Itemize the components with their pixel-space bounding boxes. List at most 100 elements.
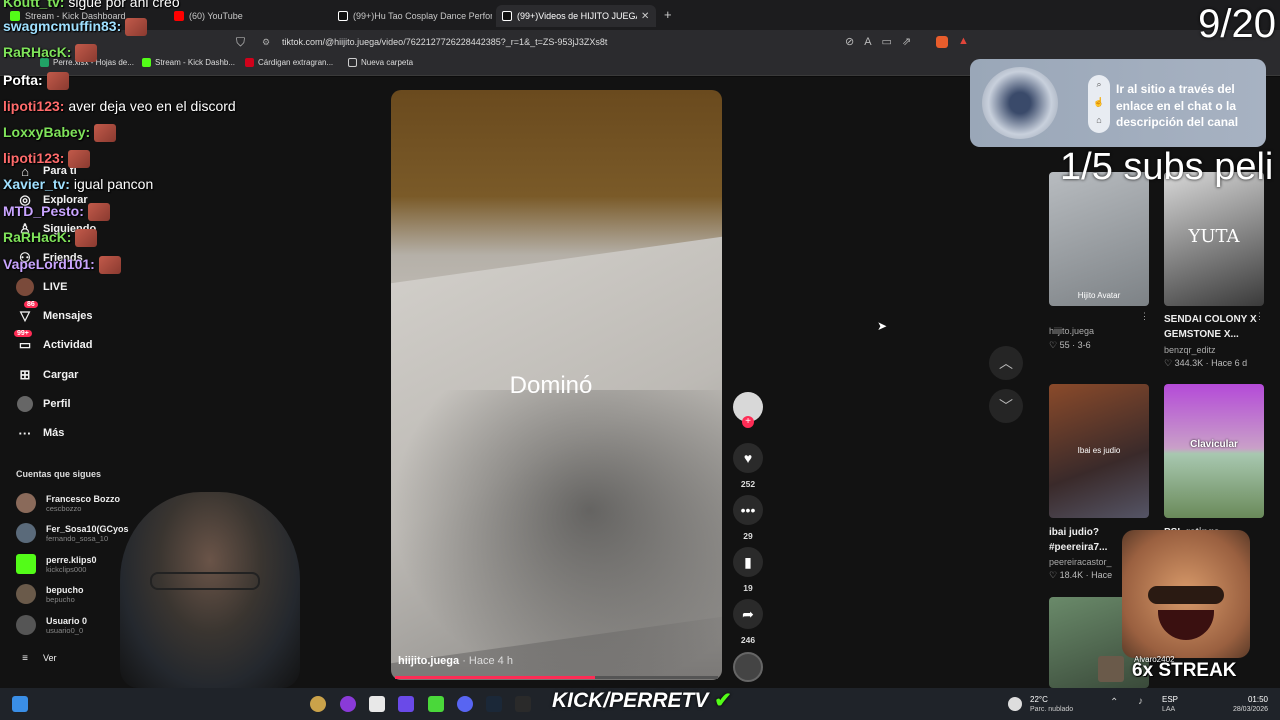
bookmark-cardigan[interactable]: Cárdigan extragran...: [245, 58, 333, 67]
chevron-up-icon: ︿: [999, 355, 1013, 371]
nav-live[interactable]: LIVE: [16, 278, 67, 296]
bookmark-kick-dashboard[interactable]: Stream - Kick Dashb...: [142, 58, 235, 67]
app-icon[interactable]: [428, 696, 444, 712]
lang-layout: LAA: [1162, 706, 1176, 713]
activity-icon: ▭ 99+: [14, 330, 34, 354]
url-actions[interactable]: ⊘A▭⇗: [845, 35, 921, 48]
profile-avatar: [17, 396, 33, 412]
chat-emote: [68, 150, 91, 169]
lang-indicator[interactable]: ESP: [1162, 695, 1178, 704]
app-icon[interactable]: [310, 696, 326, 712]
nav-mensajes[interactable]: ▽ 86 Mensajes: [16, 301, 93, 325]
tab-label: (99+)Hu Tao Cosplay Dance Perform: [353, 11, 492, 21]
ad-image: [982, 67, 1058, 139]
chat-emote: [98, 256, 121, 275]
brave-shield-icon[interactable]: [936, 36, 948, 48]
more-options-icon[interactable]: ⋮: [1140, 311, 1149, 322]
previous-video-button[interactable]: ︿: [989, 346, 1023, 380]
recommendation-author[interactable]: peereiracastor_: [1049, 557, 1112, 567]
start-icon[interactable]: [12, 696, 28, 712]
nav-perfil[interactable]: Perfil: [16, 395, 71, 413]
share-button[interactable]: ➦ 246: [733, 599, 763, 645]
close-tab-icon[interactable]: ✕: [641, 11, 649, 22]
follow-plus-icon[interactable]: +: [742, 416, 754, 428]
tray-expand-icon[interactable]: ⌃: [1110, 697, 1118, 708]
chat-text: igual pancon: [69, 176, 154, 192]
tab-tiktok-hutao[interactable]: (99+)Hu Tao Cosplay Dance Perform: [332, 5, 492, 27]
chat-message: lipoti123:: [3, 150, 91, 169]
mouth: [1158, 610, 1214, 640]
profile-icon: [16, 395, 34, 413]
following-name: bepucho: [46, 584, 84, 595]
clock-time[interactable]: 01:50: [1224, 695, 1268, 704]
chat-text: sigue por ahi creo: [64, 0, 180, 10]
app-icon[interactable]: [515, 696, 531, 712]
more-options-icon[interactable]: ⋮: [1255, 311, 1264, 322]
creator-avatar[interactable]: +: [733, 392, 763, 428]
next-video-button[interactable]: ﹀: [989, 389, 1023, 423]
comment-button[interactable]: ••• 29: [733, 495, 763, 541]
chat-message: Pofta:: [3, 72, 69, 91]
stream-ad-card: ⌕ ☝ ⌂ Ir al sitio a través del enlace en e…: [970, 59, 1266, 147]
chat-message: RaRHacK:: [3, 229, 98, 248]
recommendation-thumb[interactable]: Ibai es judio: [1049, 384, 1149, 518]
recommendation-stats: ♡ 18.4K · Hace: [1049, 570, 1113, 580]
chat-message: lipoti123: aver deja veo en el discord: [3, 98, 236, 114]
chat-username: RaRHacK:: [3, 229, 72, 245]
bookmark-folder[interactable]: Nueva carpeta: [348, 58, 413, 67]
capcut-icon[interactable]: [369, 696, 385, 712]
avatar: [16, 523, 36, 543]
recommendation-thumb[interactable]: YUTA: [1164, 172, 1264, 306]
steam-icon[interactable]: [486, 696, 502, 712]
bookmark-label: Cárdigan extragran...: [258, 58, 334, 67]
following-item[interactable]: Francesco Bozzo cescbozzo: [16, 493, 120, 513]
nav-label: Perfil: [43, 398, 71, 410]
chat-emote: [46, 72, 69, 91]
nav-label: Más: [43, 427, 65, 439]
chat-emote: [94, 124, 117, 143]
recommendation-author[interactable]: hiijito.juega: [1049, 326, 1094, 336]
following-item[interactable]: Usuario 0 usuario0_0: [16, 615, 87, 635]
following-name: perre.klips0: [46, 554, 97, 565]
tab-youtube[interactable]: (60) YouTube: [168, 5, 328, 27]
bookmark-icon[interactable]: ⛉: [236, 35, 245, 50]
heart-icon: ♥: [733, 443, 763, 473]
comment-icon: •••: [733, 495, 763, 525]
nav-cargar[interactable]: ⊞ Cargar: [16, 366, 79, 384]
mic-icon[interactable]: ♪: [1138, 696, 1143, 707]
new-tab-button[interactable]: +: [664, 7, 672, 22]
music-disc[interactable]: [733, 652, 763, 682]
live-icon: [16, 278, 34, 296]
discord-icon[interactable]: [457, 696, 473, 712]
tab-tiktok-hijito[interactable]: (99+)Videos de HIJITO JUEGA ✕: [496, 5, 656, 27]
chat-username: lipoti123:: [3, 150, 65, 166]
recommendation-thumb[interactable]: Clavicular: [1164, 384, 1264, 518]
chat-message: VapeLord101:: [3, 256, 121, 275]
site-info-icon[interactable]: ⚙: [262, 33, 270, 51]
nav-actividad[interactable]: ▭ 99+ Actividad: [14, 330, 93, 354]
video-frame-shadow: [391, 390, 722, 680]
save-button[interactable]: ▮ 19: [733, 547, 763, 593]
weather-icon[interactable]: [1008, 697, 1022, 711]
video-author[interactable]: hiijito.juega: [398, 655, 459, 667]
see-more-label: Ver: [43, 653, 57, 663]
tiktok-icon: [502, 11, 512, 21]
following-item[interactable]: Fer_Sosa10(GCyos fernando_sosa_10: [16, 523, 129, 543]
video-author-line[interactable]: hiijito.juega · Hace 4 h: [398, 655, 513, 667]
video-overlay-text: Dominó: [509, 372, 593, 399]
nav-mas[interactable]: ··· Más: [16, 424, 65, 442]
rewards-icon[interactable]: ▲: [958, 35, 969, 47]
like-button[interactable]: ♥ 252: [733, 443, 763, 489]
recommendation-author[interactable]: benzqr_editz: [1164, 345, 1216, 355]
recommendation-thumb[interactable]: Hijito Avatar: [1049, 172, 1149, 306]
following-item[interactable]: perre.klips0 kickclips000: [16, 554, 97, 574]
app-icon[interactable]: [398, 696, 414, 712]
see-more-link[interactable]: ≡ Ver: [16, 649, 57, 667]
upload-icon: ⊞: [19, 367, 31, 382]
app-icon[interactable]: [340, 696, 356, 712]
following-item[interactable]: bepucho bepucho: [16, 584, 84, 604]
chat-username: MTD_Pesto:: [3, 203, 84, 219]
video-progress-bar[interactable]: [395, 676, 718, 679]
avatar: [16, 615, 36, 635]
recommendation-title[interactable]: SENDAI COLONY X GEMSTONE X...: [1164, 312, 1264, 342]
